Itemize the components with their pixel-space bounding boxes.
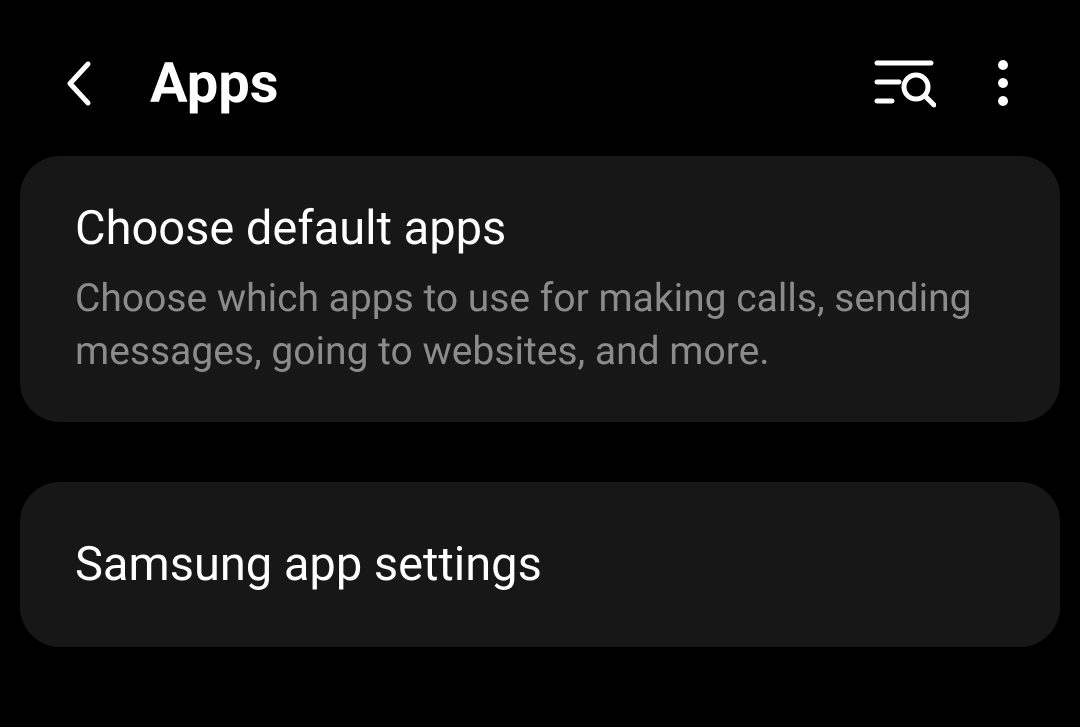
more-options-button[interactable]: [996, 58, 1010, 108]
filter-search-button[interactable]: [874, 58, 936, 108]
card-subtitle: Choose which apps to use for making call…: [75, 272, 1005, 377]
chevron-left-icon: [60, 56, 100, 111]
header-actions: [874, 58, 1010, 108]
back-button[interactable]: [60, 56, 100, 111]
card-title: Samsung app settings: [75, 537, 1005, 592]
filter-search-icon: [874, 58, 936, 108]
samsung-app-settings-card[interactable]: Samsung app settings: [20, 482, 1060, 647]
page-title: Apps: [150, 50, 824, 116]
header: Apps: [0, 0, 1080, 156]
card-title: Choose default apps: [75, 201, 1005, 256]
choose-default-apps-card[interactable]: Choose default apps Choose which apps to…: [20, 156, 1060, 422]
content: Choose default apps Choose which apps to…: [0, 156, 1080, 727]
more-vertical-icon: [996, 58, 1010, 108]
